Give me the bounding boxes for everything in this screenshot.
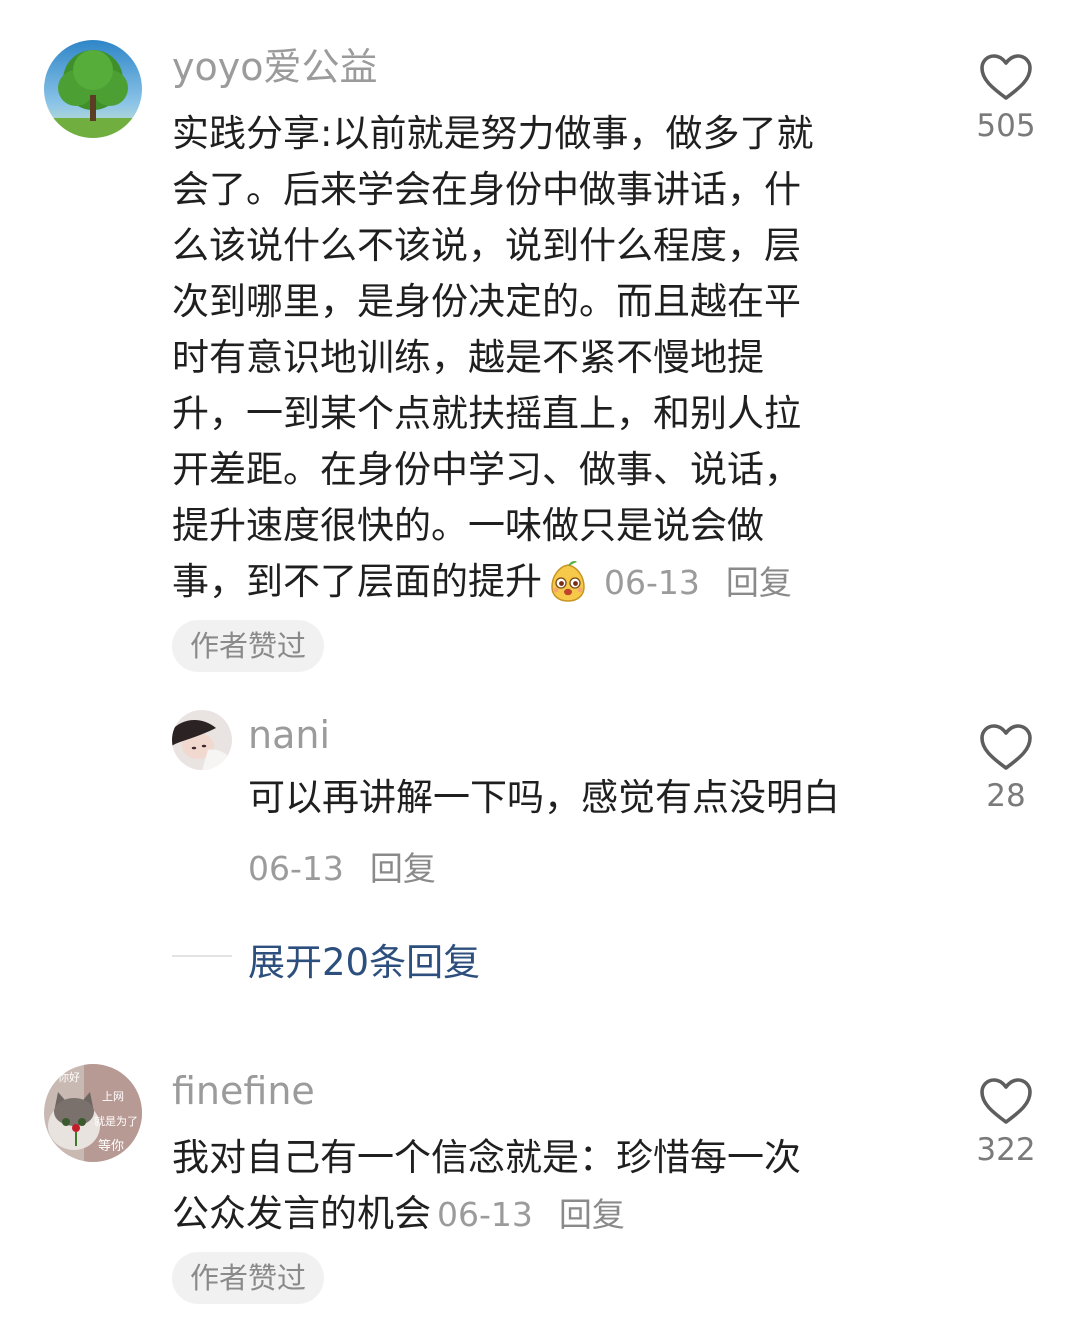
- like-count: 505: [976, 108, 1036, 144]
- comment-line: 公众发言的机会: [172, 1192, 431, 1235]
- tree-avatar-image: [44, 40, 142, 138]
- like-button[interactable]: 28: [966, 722, 1046, 814]
- comment-line: 升，一到某个点就扶摇直上，和别人拉: [172, 392, 801, 435]
- person-avatar-image: [172, 710, 232, 770]
- expand-divider: [172, 955, 232, 957]
- like-button[interactable]: 505: [966, 52, 1046, 144]
- heart-icon: [980, 724, 1032, 770]
- comment-text: 我对自己有一个信念就是：珍惜每一次 公众发言的机会 06-13 回复: [172, 1130, 932, 1243]
- comment-line: 次到哪里，是身份决定的。而且越在平: [172, 280, 801, 323]
- pear-face-emoji-icon: [546, 559, 590, 619]
- username[interactable]: yoyo爱公益: [172, 48, 377, 86]
- avatar[interactable]: [44, 40, 142, 138]
- like-button[interactable]: 322: [966, 1076, 1046, 1168]
- comment-date: 06-13: [604, 563, 700, 602]
- heart-icon: [980, 54, 1032, 100]
- avatar-caption: 你好 上网 就是为了 等你: [44, 1064, 142, 1162]
- avatar-text: 上网: [102, 1090, 124, 1103]
- comment-line: 时有意识地训练，越是不紧不慢地提: [172, 336, 764, 379]
- avatar-text: 等你: [98, 1139, 125, 1154]
- comment-line: 实践分享:以前就是努力做事，做多了就: [172, 112, 814, 155]
- comment-text: 实践分享:以前就是努力做事，做多了就 会了。后来学会在身份中做事讲话，什 么该说…: [172, 106, 932, 619]
- avatar[interactable]: [172, 710, 232, 770]
- like-count: 28: [986, 778, 1026, 814]
- expand-replies-button[interactable]: 展开20条回复: [248, 932, 480, 986]
- author-liked-badge: 作者赞过: [172, 1252, 325, 1304]
- comment-date: 06-13: [437, 1195, 533, 1234]
- comment-line: 开差距。在身份中学习、做事、说话，: [172, 448, 801, 491]
- comment-meta: 06-13 回复: [248, 842, 436, 890]
- comment-line: 提升速度很快的。一味做只是说会做: [172, 504, 764, 547]
- comment-last-line: 公众发言的机会 06-13 回复: [172, 1186, 932, 1243]
- comment-text: 可以再讲解一下吗，感觉有点没明白: [248, 776, 840, 819]
- heart-icon: [980, 1078, 1032, 1124]
- avatar[interactable]: 你好 上网 就是为了 等你: [44, 1064, 142, 1162]
- avatar-text: 就是为了: [94, 1115, 138, 1128]
- reply-button[interactable]: 回复: [559, 1195, 625, 1234]
- comment-line: 么该说什么不该说，说到什么程度，层: [172, 224, 801, 267]
- author-liked-badge: 作者赞过: [172, 620, 325, 672]
- comment-line: 事，到不了层面的提升: [172, 560, 542, 603]
- username[interactable]: nani: [248, 716, 330, 754]
- reply-button[interactable]: 回复: [726, 563, 792, 602]
- reply-button[interactable]: 回复: [370, 849, 436, 888]
- username[interactable]: finefine: [172, 1072, 315, 1110]
- avatar-text: 你好: [58, 1071, 80, 1084]
- comment-line: 我对自己有一个信念就是：珍惜每一次: [172, 1136, 801, 1179]
- like-count: 322: [976, 1132, 1036, 1168]
- comment-line: 会了。后来学会在身份中做事讲话，什: [172, 168, 801, 211]
- comment-date: 06-13: [248, 849, 344, 888]
- comment-last-line: 事，到不了层面的提升 06-13 回复: [172, 554, 932, 619]
